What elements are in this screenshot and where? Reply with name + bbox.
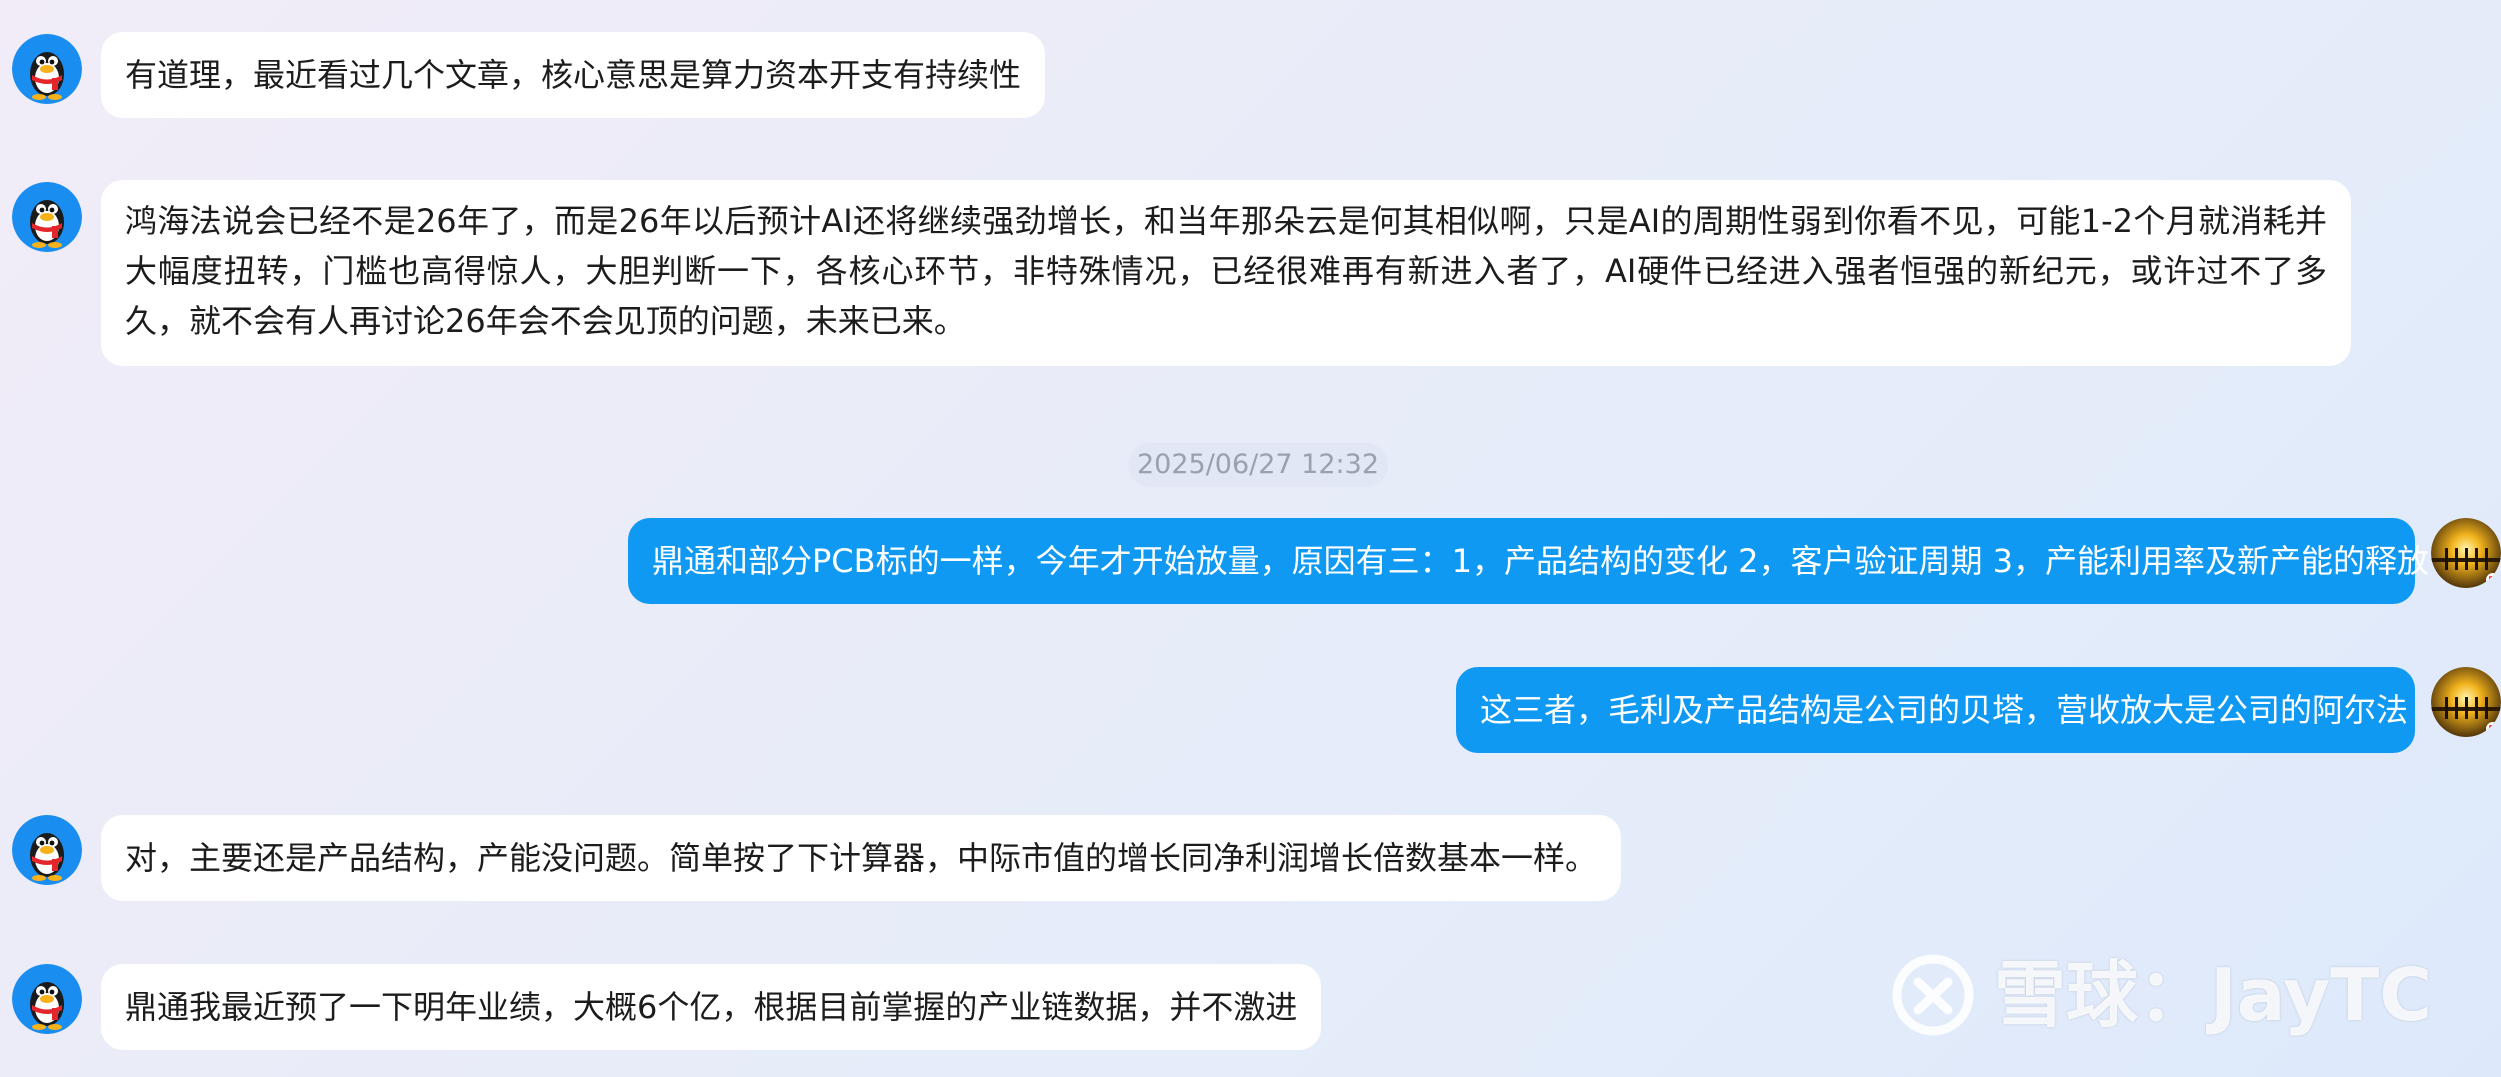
watermark: 雪球：JayTC: [1890, 950, 2450, 1040]
message-text: 这三者，毛利及产品结构是公司的贝塔，营收放大是公司的阿尔法: [1480, 691, 2409, 729]
qq-penguin-icon[interactable]: [12, 964, 82, 1034]
message-text: 对，主要还是产品结构，产能没问题。简单按了下计算器，中际市值的增长同净利润增长倍…: [125, 839, 1598, 877]
sunset-avatar-icon[interactable]: [2431, 667, 2501, 737]
xueqiu-logo-icon: [1890, 952, 1976, 1038]
message-bubble[interactable]: 鼎通我最近预了一下明年业绩，大概6个亿，根据目前掌握的产业链数据，并不激进: [101, 964, 1322, 1050]
message-bubble[interactable]: 有道理，最近看过几个文章，核心意思是算力资本开支有持续性: [101, 32, 1046, 118]
message-bubble[interactable]: 这三者，毛利及产品结构是公司的贝塔，营收放大是公司的阿尔法: [1456, 667, 2415, 753]
message-bubble[interactable]: 对，主要还是产品结构，产能没问题。简单按了下计算器，中际市值的增长同净利润增长倍…: [101, 815, 1622, 901]
qq-penguin-icon[interactable]: [12, 34, 82, 104]
message-text: 有道理，最近看过几个文章，核心意思是算力资本开支有持续性: [125, 56, 1022, 94]
watermark-text: 雪球：JayTC: [1994, 953, 2433, 1037]
message-text: 鼎通和部分PCB标的一样，今年才开始放量，原因有三：1，产品结构的变化 2，客户…: [652, 542, 2430, 580]
message-text: 鸿海法说会已经不是26年了，而是26年以后预计AI还将继续强劲增长，和当年那朵云…: [125, 202, 2327, 340]
timestamp-label: 2025/06/27 12:32: [1128, 443, 1388, 487]
message-text: 鼎通我最近预了一下明年业绩，大概6个亿，根据目前掌握的产业链数据，并不激进: [125, 988, 1298, 1026]
sunset-avatar-icon[interactable]: [2431, 518, 2501, 588]
qq-penguin-icon[interactable]: [12, 815, 82, 885]
message-bubble[interactable]: 鼎通和部分PCB标的一样，今年才开始放量，原因有三：1，产品结构的变化 2，客户…: [628, 518, 2429, 604]
qq-penguin-icon[interactable]: [12, 182, 82, 252]
message-bubble[interactable]: 鸿海法说会已经不是26年了，而是26年以后预计AI还将继续强劲增长，和当年那朵云…: [101, 180, 2351, 366]
